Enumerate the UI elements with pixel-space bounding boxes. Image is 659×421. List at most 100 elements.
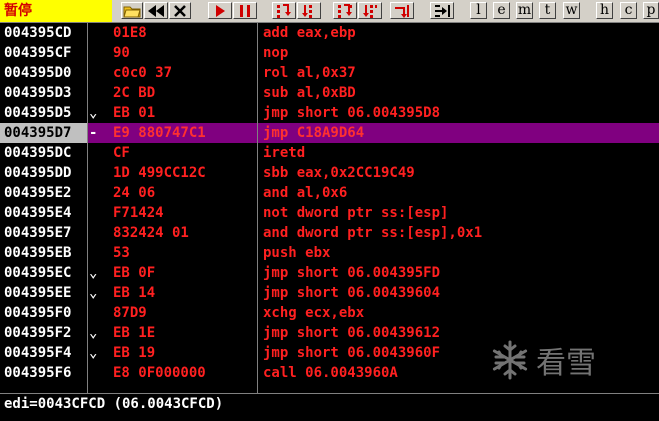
step-over-icon (302, 4, 312, 18)
status-label: 暂停 (0, 0, 112, 22)
hex-dump-cell: 53 (113, 245, 130, 261)
hex-dump-cell: 832424 01 (113, 225, 189, 241)
goto-button[interactable] (430, 2, 454, 19)
disasm-row[interactable]: 004395E4 F71424 not dword ptr ss:[esp] (0, 203, 659, 223)
address-cell: 004395CF (4, 45, 72, 61)
instruction-cell: call 06.0043960A (263, 365, 398, 381)
address-cell: 004395D7 (0, 123, 87, 143)
watermark-text: 看雪 (536, 346, 596, 381)
hex-dump-cell: F71424 (113, 205, 164, 221)
address-cell: 004395EC (4, 265, 72, 281)
instruction-cell: and al,0x6 (263, 185, 348, 201)
goto-icon (435, 4, 450, 17)
address-cell: 004395F0 (4, 305, 72, 321)
watermark: 看雪 (490, 338, 596, 382)
window-cpu-button[interactable]: c (620, 2, 637, 19)
hex-dump-cell: 90 (113, 45, 130, 61)
address-cell: 004395DD (4, 165, 72, 181)
instruction-cell: sub al,0xBD (263, 85, 356, 101)
step-into-button[interactable] (272, 2, 296, 19)
trace-over-icon (363, 4, 377, 18)
window-modules-button[interactable]: e (493, 2, 510, 19)
window-threads-button[interactable]: t (539, 2, 556, 19)
close-icon (174, 4, 186, 17)
disasm-row[interactable]: 004395F0 87D9 xchg ecx,ebx (0, 303, 659, 323)
disasm-row[interactable]: 004395EB 53 push ebx (0, 243, 659, 263)
instruction-cell: rol al,0x37 (263, 65, 356, 81)
open-button[interactable] (121, 2, 143, 19)
window-log-button[interactable]: l (470, 2, 487, 19)
hex-dump-cell: EB 0F (113, 265, 156, 281)
info-bar: edi=0043CFCD (06.0043CFCD) (0, 393, 659, 421)
hex-dump-cell: 24 06 (113, 185, 156, 201)
disasm-row[interactable]: 004395CF 90 nop (0, 43, 659, 63)
instruction-cell: jmp short 06.00439612 (263, 325, 441, 341)
pause-button[interactable] (233, 2, 257, 19)
trace-into-button[interactable] (333, 2, 357, 19)
jump-marker: - (89, 125, 98, 141)
hex-dump-cell: 01E8 (113, 25, 147, 41)
disasm-row[interactable]: 004395E7 832424 01 and dword ptr ss:[esp],… (0, 223, 659, 243)
disasm-row[interactable]: 004395D0 c0c0 37 rol al,0x37 (0, 63, 659, 83)
disasm-row[interactable]: 004395D7- E9 880747C1 jmp C18A9D64 (0, 123, 659, 143)
address-cell: 004395EB (4, 245, 72, 261)
address-cell: 004395E7 (4, 225, 72, 241)
column-divider (257, 23, 258, 393)
open-icon (123, 6, 141, 17)
disasm-row[interactable]: 004395DD 1D 499CC12C sbb eax,0x2CC19C49 (0, 163, 659, 183)
instruction-cell: add eax,ebp (263, 25, 356, 41)
pause-icon (240, 4, 250, 17)
hex-dump-cell: EB 14 (113, 285, 156, 301)
snowflake-icon (492, 340, 528, 380)
hex-dump-cell: E9 880747C1 (113, 125, 206, 141)
address-cell: 004395F6 (4, 365, 72, 381)
trace-over-button[interactable] (358, 2, 382, 19)
run-icon (216, 4, 225, 17)
rewind-button[interactable] (144, 2, 168, 19)
execute-till-return-button[interactable] (390, 2, 414, 19)
instruction-cell: jmp short 06.004395D8 (263, 105, 441, 121)
address-cell: 004395E4 (4, 205, 72, 221)
jump-marker: ⌄ (89, 265, 98, 281)
instruction-cell: push ebx (263, 245, 331, 261)
address-cell: 004395CD (4, 25, 72, 41)
hex-dump-cell: E8 0F000000 (113, 365, 206, 381)
disasm-row[interactable]: 004395D3 2C BD sub al,0xBD (0, 83, 659, 103)
instruction-cell: jmp short 06.00439604 (263, 285, 441, 301)
instruction-cell: xchg ecx,ebx (263, 305, 365, 321)
hex-dump-cell: 87D9 (113, 305, 147, 321)
window-memory-button[interactable]: m (516, 2, 533, 19)
jump-marker: ⌄ (89, 105, 98, 121)
rewind-icon (148, 4, 164, 17)
execute-till-return-icon (395, 4, 409, 18)
address-cell: 004395D0 (4, 65, 72, 81)
disasm-row[interactable]: 004395EC ⌄ EB 0F jmp short 06.004395FD (0, 263, 659, 283)
address-cell: 004395E2 (4, 185, 72, 201)
jump-marker: ⌄ (89, 325, 98, 341)
hex-dump-cell: 2C BD (113, 85, 156, 101)
disasm-row[interactable]: 004395E2 24 06 and al,0x6 (0, 183, 659, 203)
hex-dump-cell: c0c0 37 (113, 65, 173, 81)
instruction-cell: jmp short 06.0043960F (263, 345, 441, 361)
disasm-row[interactable]: 004395CD 01E8 add eax,ebp (0, 23, 659, 43)
window-patches-button[interactable]: p (643, 2, 659, 19)
close-button[interactable] (169, 2, 191, 19)
address-cell: 004395EE (4, 285, 72, 301)
address-cell: 004395D5 (4, 105, 72, 121)
step-over-button[interactable] (297, 2, 321, 19)
hex-dump-cell: EB 01 (113, 105, 156, 121)
disasm-row[interactable]: 004395EE ⌄ EB 14 jmp short 06.00439604 (0, 283, 659, 303)
instruction-cell: and dword ptr ss:[esp],0x1 (263, 225, 483, 241)
hex-dump-cell: EB 1E (113, 325, 156, 341)
instruction-cell: sbb eax,0x2CC19C49 (263, 165, 415, 181)
window-handles-button[interactable]: h (596, 2, 613, 19)
address-cell: 004395DC (4, 145, 72, 161)
window-windows-button[interactable]: w (563, 2, 580, 19)
instruction-cell: iretd (263, 145, 306, 161)
disasm-row[interactable]: 004395D5 ⌄ EB 01 jmp short 06.004395D8 (0, 103, 659, 123)
hex-dump-cell: EB 19 (113, 345, 156, 361)
run-button[interactable] (208, 2, 232, 19)
instruction-cell: nop (263, 45, 289, 61)
disasm-row[interactable]: 004395DC CF iretd (0, 143, 659, 163)
column-divider (87, 23, 88, 393)
